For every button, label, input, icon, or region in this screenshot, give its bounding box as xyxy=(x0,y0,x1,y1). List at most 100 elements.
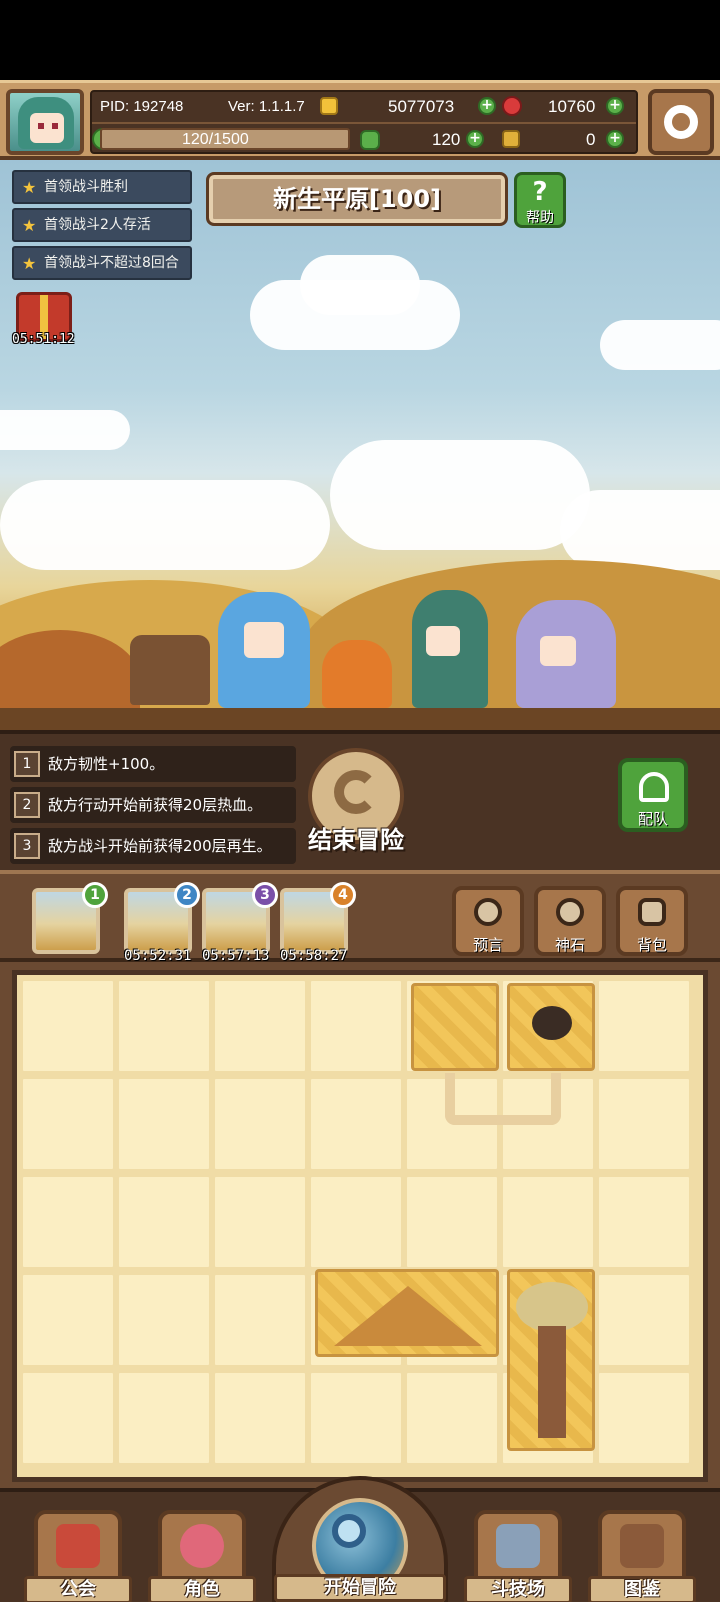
grid-cell[interactable] xyxy=(21,1371,115,1465)
tree-trunk-icon xyxy=(538,1326,566,1438)
map-tab-4[interactable]: 4 05:58:27 xyxy=(280,882,356,964)
rabbit-knight-face xyxy=(540,636,576,666)
effect-text: 敌方战斗开始前获得200层再生。 xyxy=(48,837,272,855)
cloud xyxy=(0,480,330,570)
star-icon: ★ xyxy=(22,216,37,235)
grid-cell[interactable] xyxy=(117,979,211,1073)
add-clover-button[interactable]: + xyxy=(466,130,484,148)
grid-cell[interactable] xyxy=(309,979,403,1073)
tree-tile[interactable] xyxy=(507,1269,595,1451)
grid-cell[interactable] xyxy=(597,1371,691,1465)
avatar-eye xyxy=(38,123,44,129)
effect-text: 敌方韧性+100。 xyxy=(48,755,165,773)
map-tab-3[interactable]: 3 05:57:13 xyxy=(202,882,278,964)
quest-item: ★ 首领战斗不超过8回合 xyxy=(12,246,192,280)
nav-guild-button[interactable]: 公会 xyxy=(24,1510,132,1602)
grid-cell[interactable] xyxy=(21,1175,115,1269)
end-adventure-label: 结束冒险 xyxy=(308,826,404,854)
player-id: PID: 192748 xyxy=(100,98,184,115)
enemy-effect: 3 敌方战斗开始前获得200层再生。 xyxy=(10,828,296,864)
cloud xyxy=(300,255,420,315)
backpack-label: 背包 xyxy=(636,936,667,954)
grid-cell[interactable] xyxy=(213,1077,307,1171)
star-icon: ★ xyxy=(22,178,37,197)
end-adventure-button[interactable]: 结束冒险 xyxy=(300,748,412,860)
gold-coin-icon xyxy=(320,97,338,115)
clover-icon xyxy=(360,130,380,150)
nav-arena-button[interactable]: 斗技场 xyxy=(464,1510,572,1602)
effect-text: 敌方行动开始前获得20层热血。 xyxy=(48,796,263,814)
stamina-bar: 120/1500 xyxy=(100,128,350,150)
help-button[interactable]: ? 帮助 xyxy=(514,172,566,228)
map-grid-panel xyxy=(0,962,720,1488)
header-bar: PID: 192748 Ver: 1.1.1.7 5077073 + 10760… xyxy=(0,80,720,160)
nav-codex-label: 图鉴 xyxy=(588,1576,696,1602)
grid-cell[interactable] xyxy=(117,1273,211,1367)
player-avatar[interactable] xyxy=(6,89,84,155)
return-arrow-icon xyxy=(334,770,378,814)
start-adventure-button[interactable]: 开始冒险 xyxy=(272,1476,448,1602)
add-gold-button[interactable]: + xyxy=(478,97,496,115)
grid-cell[interactable] xyxy=(309,1077,403,1171)
prophecy-button[interactable]: 预言 xyxy=(452,886,524,956)
question-mark-icon: ? xyxy=(532,177,548,207)
cooking-pot-tile[interactable] xyxy=(507,983,595,1071)
team-setup-button[interactable]: 配队 xyxy=(618,758,688,832)
grid-cell[interactable] xyxy=(21,979,115,1073)
stone-icon xyxy=(556,898,584,926)
add-gems-button[interactable]: + xyxy=(606,97,624,115)
grid-cell[interactable] xyxy=(597,1175,691,1269)
star-icon: ★ xyxy=(22,254,37,273)
nav-character-label: 角色 xyxy=(148,1576,256,1602)
grid-cell[interactable] xyxy=(21,1273,115,1367)
nav-codex-button[interactable]: 图鉴 xyxy=(588,1510,696,1602)
enemy-effect: 2 敌方行动开始前获得20层热血。 xyxy=(10,787,296,823)
grid-cell[interactable] xyxy=(117,1077,211,1171)
effect-number: 2 xyxy=(14,792,40,818)
grid-cell[interactable] xyxy=(597,979,691,1073)
grid-cell[interactable] xyxy=(501,1175,595,1269)
battle-scene: ★ 首领战斗胜利 ★ 首领战斗2人存活 ★ 首领战斗不超过8回合 05:51:12 新… xyxy=(0,160,720,730)
grid-cell[interactable] xyxy=(117,1175,211,1269)
clover-amount: 120 xyxy=(432,130,461,149)
quest-label: 首领战斗不超过8回合 xyxy=(44,255,179,271)
resource-panel: PID: 192748 Ver: 1.1.1.7 5077073 + 10760… xyxy=(90,90,638,154)
quest-label: 首领战斗胜利 xyxy=(44,179,128,195)
crossed-swords-icon xyxy=(496,1524,540,1568)
add-keys-button[interactable]: + xyxy=(606,130,624,148)
wheat-field-tile[interactable] xyxy=(411,983,499,1071)
grid-cell[interactable] xyxy=(309,1175,403,1269)
team-label: 配队 xyxy=(637,810,668,828)
grid-cell[interactable] xyxy=(213,1273,307,1367)
quest-item: ★ 首领战斗2人存活 xyxy=(12,208,192,242)
map-tab-2[interactable]: 2 05:52:31 xyxy=(124,882,200,964)
grid-cell[interactable] xyxy=(309,1371,403,1465)
grid-cell[interactable] xyxy=(405,1371,499,1465)
start-adventure-label: 开始冒险 xyxy=(274,1574,446,1602)
grid-cell[interactable] xyxy=(117,1371,211,1465)
haystack-tile[interactable] xyxy=(315,1269,499,1357)
gift-timer: 05:51:12 xyxy=(12,332,75,347)
grid-cell[interactable] xyxy=(213,1175,307,1269)
quest-item: ★ 首领战斗胜利 xyxy=(12,170,192,204)
grid-cell[interactable] xyxy=(213,979,307,1073)
gear-icon xyxy=(664,105,698,139)
help-label: 帮助 xyxy=(526,210,554,226)
ice-queen-face xyxy=(244,622,284,658)
map-badge: 4 xyxy=(330,882,356,908)
grid-cell[interactable] xyxy=(405,1175,499,1269)
tree-crown xyxy=(516,1282,588,1332)
grid-cell[interactable] xyxy=(21,1077,115,1171)
cloud xyxy=(330,440,590,550)
orange-creature-character[interactable] xyxy=(322,640,392,708)
key-amount: 0 xyxy=(586,130,596,149)
grid-cell[interactable] xyxy=(213,1371,307,1465)
map-tabs-row: 1 2 05:52:31 3 05:57:13 4 05:58:27 预言 神石… xyxy=(0,870,720,964)
backpack-button[interactable]: 背包 xyxy=(616,886,688,956)
godstone-button[interactable]: 神石 xyxy=(534,886,606,956)
map-tab-1[interactable]: 1 xyxy=(32,882,108,954)
settings-button[interactable] xyxy=(648,89,714,155)
nav-character-button[interactable]: 角色 xyxy=(148,1510,256,1602)
grid-cell[interactable] xyxy=(597,1077,691,1171)
grid-cell[interactable] xyxy=(597,1273,691,1367)
